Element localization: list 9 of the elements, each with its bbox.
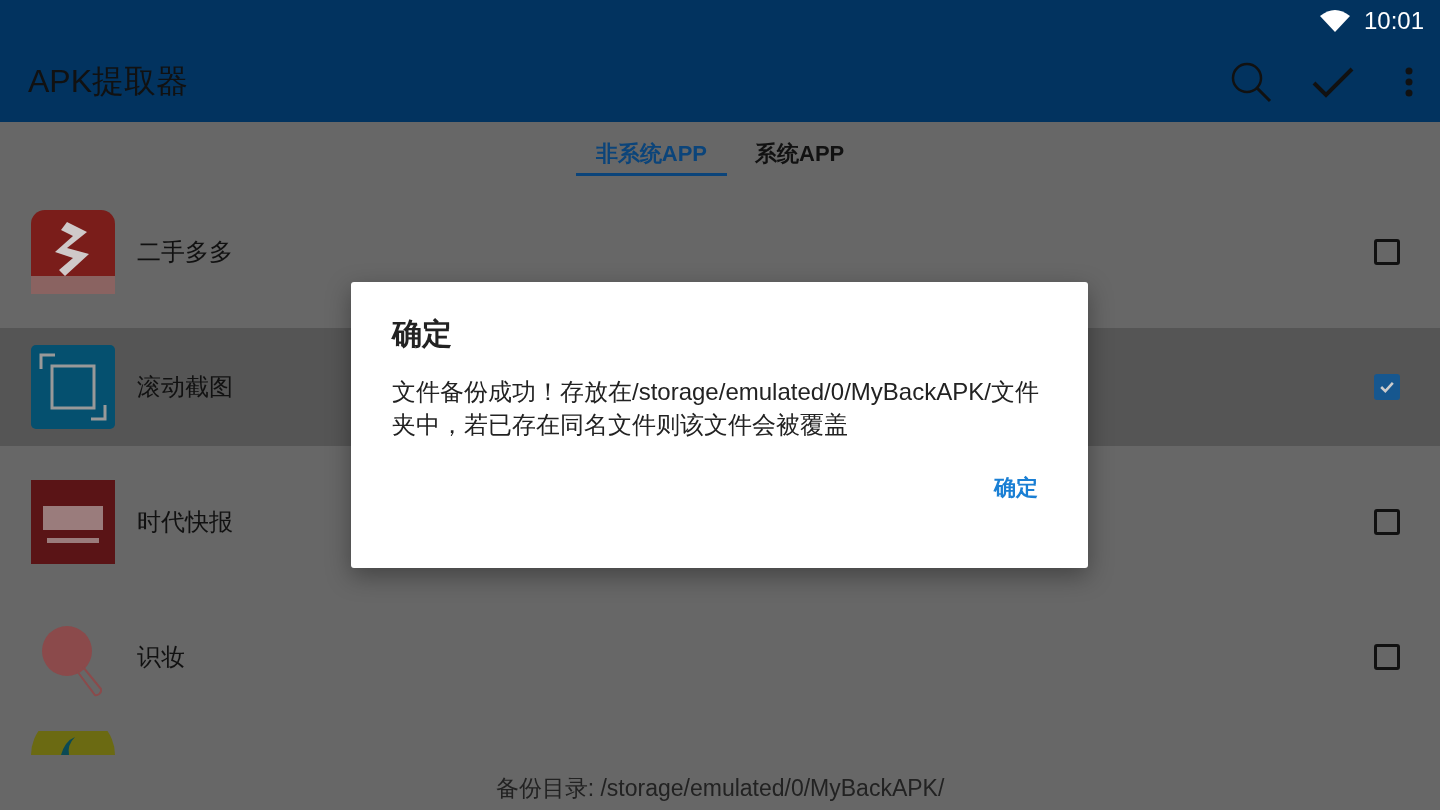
dialog-title: 确定 xyxy=(392,316,453,352)
app-name: 二手多多 xyxy=(137,237,233,267)
clock-time: 10:01 xyxy=(1363,7,1424,35)
app-name: 时代快报 xyxy=(137,507,233,537)
app-name: 识妆 xyxy=(137,642,185,672)
app-title: APK提取器 xyxy=(28,62,189,101)
backup-path-text: 备份目录: /storage/emulated/0/MyBackAPK/ xyxy=(494,774,946,803)
dialog-message: 文件备份成功！存放在/storage/emulated/0/MyBackAPK/文件夹中，若已存在同名文件则该文件会被覆盖 xyxy=(392,377,1040,440)
app-name: 滚动截图 xyxy=(137,372,233,402)
